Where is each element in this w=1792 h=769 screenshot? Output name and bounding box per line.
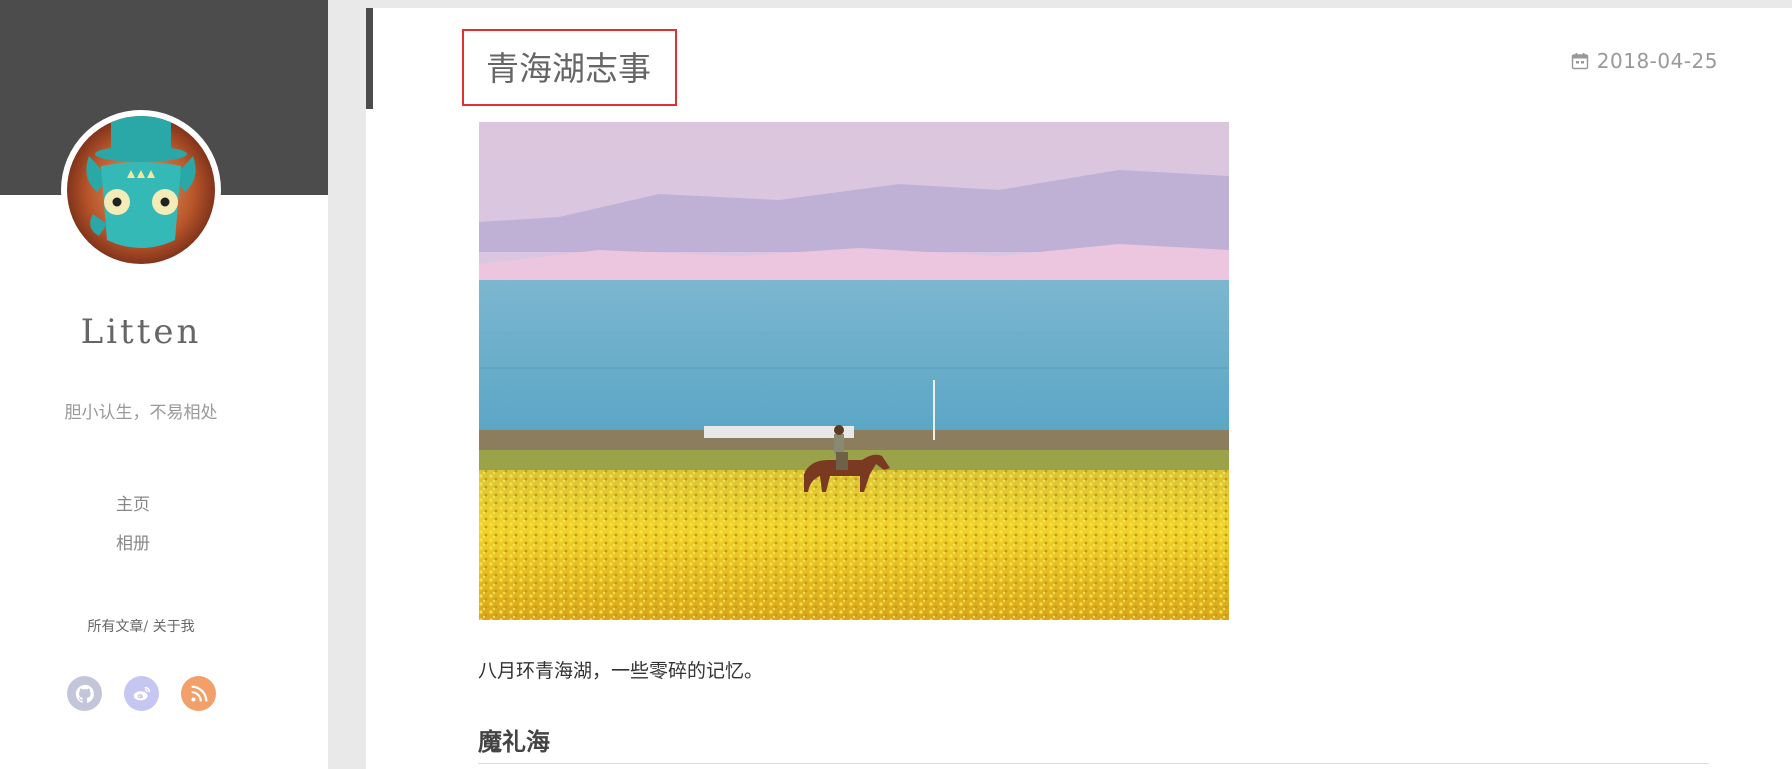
post-date-text: 2018-04-25	[1596, 49, 1718, 73]
github-icon	[75, 684, 94, 703]
weibo-icon	[133, 686, 150, 700]
section-heading: 魔礼海	[478, 722, 1709, 764]
all-posts-link[interactable]: 所有文章	[87, 619, 143, 635]
lake-photo	[479, 122, 1229, 620]
post-title[interactable]: 青海湖志事	[462, 29, 677, 106]
avatar-image	[67, 116, 215, 264]
post-date: 2018-04-25	[1571, 49, 1718, 73]
github-link[interactable]	[67, 676, 102, 711]
rss-icon	[190, 685, 207, 702]
about-link[interactable]: 关于我	[153, 619, 195, 635]
post-intro: 八月环青海湖，一些零碎的记忆。	[478, 660, 764, 682]
post-accent-bar	[366, 8, 373, 109]
sidebar-links: 所有文章/ 关于我	[0, 616, 282, 636]
nav-item-album[interactable]: 相册	[0, 525, 266, 564]
sidebar: Litten 胆小认生，不易相处 主页 相册 所有文章/ 关于我	[0, 0, 328, 769]
calendar-icon	[1571, 53, 1589, 70]
sidebar-nav: 主页 相册	[0, 486, 266, 564]
links-separator: /	[143, 619, 149, 635]
post-image	[479, 122, 1229, 620]
rss-link[interactable]	[181, 676, 216, 711]
nav-item-home[interactable]: 主页	[0, 486, 266, 525]
weibo-link[interactable]	[124, 676, 159, 711]
site-name[interactable]: Litten	[0, 312, 282, 352]
site-description: 胆小认生，不易相处	[64, 403, 218, 423]
avatar[interactable]	[61, 110, 221, 270]
social-links	[67, 676, 216, 711]
